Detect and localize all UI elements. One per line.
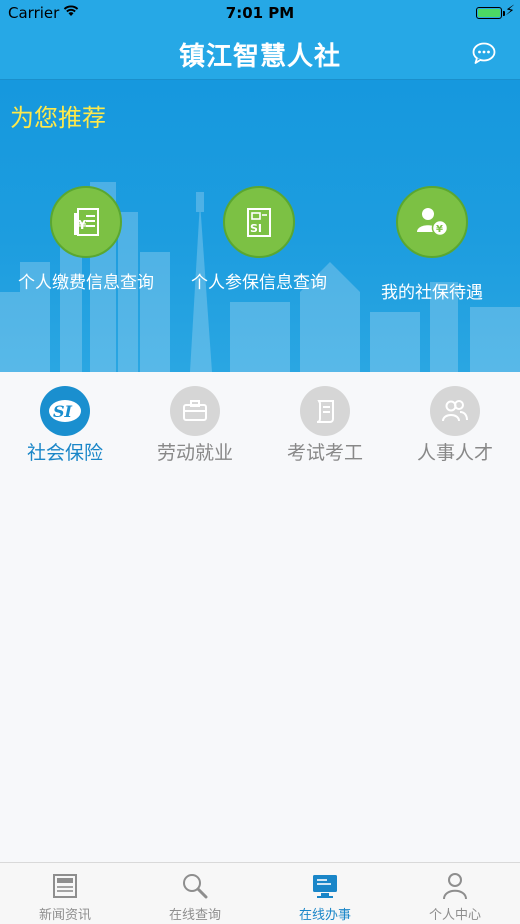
category-label: 考试考工 [286,442,363,464]
tab-label: 在线查询 [168,908,221,923]
rec-item-label: 我的社保待遇 [381,283,483,303]
rec-item-label: 个人参保信息查询 [191,273,327,293]
tab-online-service[interactable]: 在线办事 [260,871,390,923]
category-label: 社会保险 [26,442,103,464]
rec-item-insurance[interactable]: SI 个人参保信息查询 [174,186,344,294]
recommend-title: 为您推荐 [10,104,106,132]
si-logo-icon: SI [40,386,90,436]
rec-item-payment[interactable]: ¥ 个人缴费信息查询 [1,186,171,294]
tab-employment[interactable]: 劳动就业 [130,386,260,465]
tab-label: 个人中心 [428,908,481,923]
bottom-tab-bar: 新闻资讯 在线查询 在线办事 个人中心 [0,862,520,924]
tab-query[interactable]: 在线查询 [130,871,260,923]
svg-text:SI: SI [53,402,73,421]
tab-exams[interactable]: 考试考工 [260,386,390,465]
people-icon [430,386,480,436]
svg-text:¥: ¥ [436,224,443,235]
monitor-icon [310,871,340,901]
category-label: 劳动就业 [156,442,233,464]
person-icon [440,871,470,901]
newspaper-icon [50,871,80,901]
tab-social-insurance[interactable]: SI 社会保险 [0,386,130,465]
rec-item-benefits[interactable]: ¥ 我的社保待遇 [347,186,517,304]
rec-item-label: 个人缴费信息查询 [18,273,154,293]
tab-personnel[interactable]: 人事人才 [390,386,520,465]
category-label: 人事人才 [416,442,493,464]
category-tabs: SI 社会保险 劳动就业 考试考工 人事人才 [0,372,520,472]
tab-personal-center[interactable]: 个人中心 [390,871,520,923]
payment-doc-icon: ¥ [50,186,122,258]
tab-label: 新闻资讯 [38,908,91,923]
briefcase-icon [170,386,220,436]
battery-icon [476,7,502,19]
chat-bubble-icon[interactable] [472,42,496,64]
nav-bar: 镇江智慧人社 [0,26,520,80]
status-bar: Carrier 7:01 PM ⚡ [0,0,520,26]
recommend-banner: 为您推荐 ¥ 个人缴费信息查询 SI 个人参保信息查询 ¥ 我的社保待遇 [0,80,520,372]
svg-text:SI: SI [250,222,262,235]
user-yuan-icon: ¥ [396,186,468,258]
svg-text:¥: ¥ [78,218,87,232]
clock: 7:01 PM [225,4,295,22]
page-title: 镇江智慧人社 [178,42,341,72]
search-icon [180,871,210,901]
charging-icon: ⚡ [505,3,515,19]
scroll-icon [300,386,350,436]
si-card-icon: SI [223,186,295,258]
tab-label: 在线办事 [298,908,351,923]
tab-news[interactable]: 新闻资讯 [0,871,130,923]
